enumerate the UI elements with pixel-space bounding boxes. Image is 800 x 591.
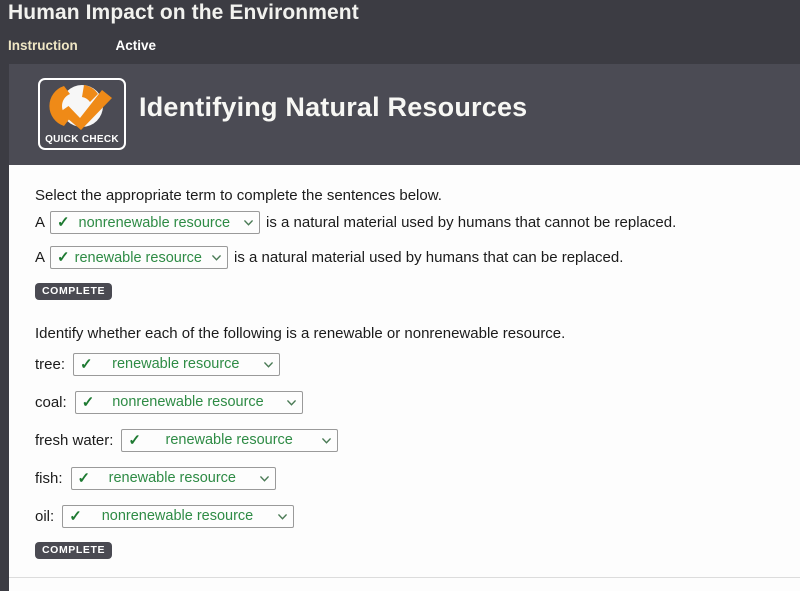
- check-icon: ✓: [57, 249, 70, 267]
- select-oil-value: nonrenewable resource: [101, 508, 254, 525]
- item-row-fish: fish: ✓ renewable resource: [35, 466, 800, 490]
- item-label-tree: tree:: [35, 355, 66, 373]
- select-coal[interactable]: ✓ nonrenewable resource: [74, 390, 303, 414]
- left-rail: [0, 64, 9, 591]
- lesson-content: Select the appropriate term to complete …: [9, 165, 800, 577]
- course-title: Human Impact on the Environment: [8, 1, 359, 24]
- lesson-title-band: QUICK CHECK Identifying Natural Resource…: [9, 64, 800, 165]
- sentence-1-lead: A: [35, 214, 46, 232]
- chevron-down-icon: [286, 399, 296, 406]
- section2-instruction: Identify whether each of the following i…: [35, 325, 566, 343]
- check-icon: ✓: [69, 507, 82, 525]
- item-label-oil: oil:: [35, 507, 55, 525]
- sentence-2-lead: A: [35, 249, 46, 267]
- select-sentence-1[interactable]: ✓ nonrenewable resource: [50, 211, 261, 235]
- page-title: Identifying Natural Resources: [139, 92, 528, 122]
- chevron-down-icon: [212, 255, 221, 261]
- breadcrumb-item-active[interactable]: Active: [116, 38, 157, 53]
- item-label-fresh-water: fresh water:: [35, 431, 114, 449]
- check-icon: ✓: [77, 469, 91, 487]
- select-tree-value: renewable resource: [112, 356, 240, 373]
- select-oil[interactable]: ✓ nonrenewable resource: [62, 504, 295, 528]
- item-row-fresh-water: fresh water: ✓ renewable resource: [35, 428, 800, 452]
- status-badge-section1: COMPLETE: [35, 283, 113, 301]
- check-icon: ✓: [128, 431, 141, 449]
- breadcrumb-item-instruction[interactable]: Instruction: [8, 38, 78, 53]
- item-row-tree: tree: ✓ renewable resource: [35, 352, 800, 376]
- check-icon: ✓: [80, 355, 93, 373]
- item-row-oil: oil: ✓ nonrenewable resource: [35, 504, 800, 528]
- status-badge-section2: COMPLETE: [35, 541, 113, 559]
- chevron-down-icon: [259, 475, 269, 482]
- sentence-1-tail: is a natural material used by humans tha…: [266, 214, 677, 232]
- quick-check-badge: QUICK CHECK: [38, 78, 126, 150]
- item-label-fish: fish:: [35, 469, 63, 487]
- sentence-row-2: A ✓ renewable resource is a natural mate…: [35, 246, 800, 270]
- check-icon: ✓: [57, 214, 70, 232]
- select-fresh-water-value: renewable resource: [165, 432, 293, 449]
- item-label-coal: coal:: [35, 393, 67, 411]
- select-fresh-water[interactable]: ✓ renewable resource: [121, 428, 339, 452]
- top-header-bar: Human Impact on the Environment Instruct…: [0, 0, 800, 64]
- chevron-down-icon: [322, 437, 332, 444]
- sentence-row-1: A ✓ nonrenewable resource is a natural m…: [35, 211, 800, 235]
- chevron-down-icon: [264, 361, 273, 368]
- select-fish[interactable]: ✓ renewable resource: [70, 466, 276, 490]
- sentence-2-tail: is a natural material used by humans tha…: [234, 249, 624, 267]
- section1-instruction: Select the appropriate term to complete …: [35, 187, 442, 204]
- select-fish-value: renewable resource: [108, 470, 236, 487]
- footer-strip: [9, 578, 800, 591]
- lesson-page: Human Impact on the Environment Instruct…: [0, 0, 800, 591]
- chevron-down-icon: [278, 513, 288, 520]
- orange-checkmark-icon: [49, 85, 112, 130]
- chevron-down-icon: [244, 220, 253, 226]
- select-sentence-1-value: nonrenewable resource: [78, 214, 231, 231]
- item-row-coal: coal: ✓ nonrenewable resource: [35, 390, 800, 414]
- select-sentence-2-value: renewable resource: [74, 249, 202, 266]
- select-sentence-2[interactable]: ✓ renewable resource: [50, 246, 229, 270]
- check-icon: ✓: [81, 393, 95, 411]
- select-tree[interactable]: ✓ renewable resource: [73, 352, 281, 376]
- quick-check-label: QUICK CHECK: [45, 134, 119, 145]
- breadcrumb: Instruction Active: [8, 38, 156, 53]
- select-coal-value: nonrenewable resource: [112, 394, 264, 411]
